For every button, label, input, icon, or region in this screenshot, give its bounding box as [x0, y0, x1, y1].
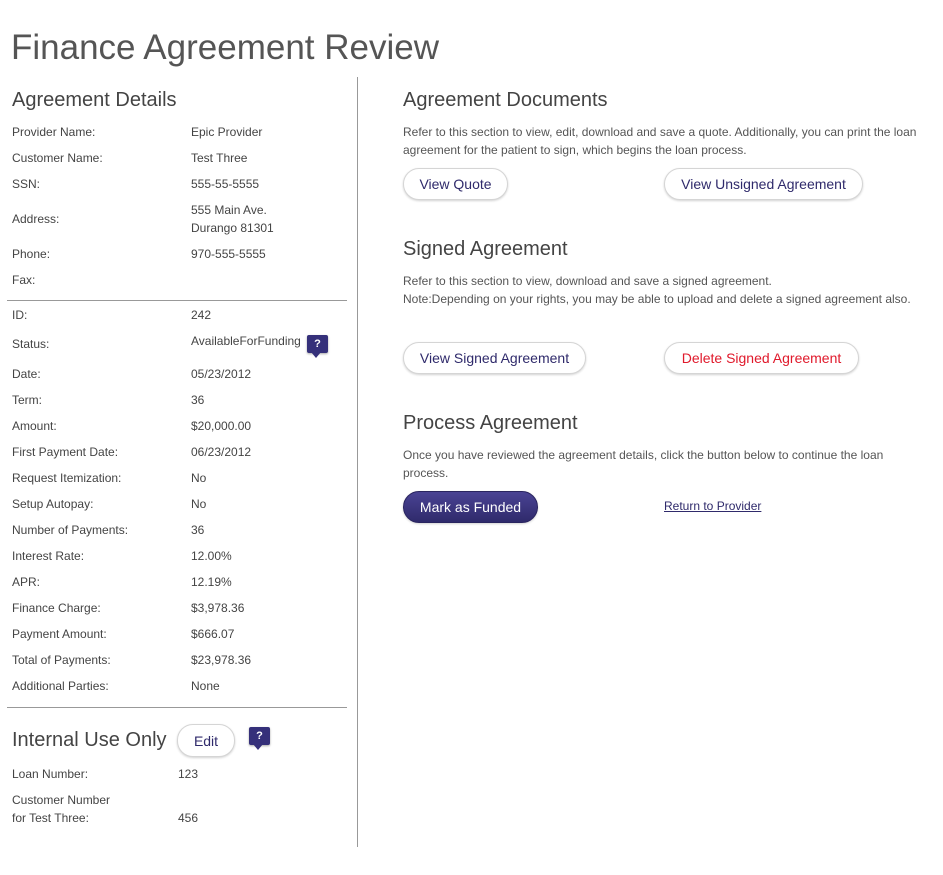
provider-name-label: Provider Name: — [12, 125, 96, 139]
first-payment-date-label: First Payment Date: — [12, 445, 119, 459]
date-value: 05/23/2012 — [191, 367, 252, 381]
loan-number-value: 123 — [178, 767, 199, 781]
process-description-line2: process. — [403, 466, 449, 480]
signed-description-line2: Note:Depending on your rights, you may b… — [403, 292, 911, 306]
request-itemization-label: Request Itemization: — [12, 471, 122, 485]
process-description-line1: Once you have reviewed the agreement det… — [403, 448, 884, 462]
interest-rate-value: 12.00% — [191, 549, 232, 563]
view-quote-button[interactable]: View Quote — [403, 168, 508, 200]
return-to-provider-link[interactable]: Return to Provider — [664, 499, 761, 513]
address-line1-value: 555 Main Ave. — [191, 203, 267, 217]
number-of-payments-value: 36 — [191, 523, 205, 537]
finance-charge-value: $3,978.36 — [191, 601, 245, 615]
internal-use-title: Internal Use Only — [12, 729, 167, 751]
ssn-label: SSN: — [12, 177, 41, 191]
total-of-payments-label: Total of Payments: — [12, 653, 111, 667]
process-agreement-title: Process Agreement — [403, 412, 578, 434]
customer-number-value: 456 — [178, 811, 199, 825]
details-divider-1 — [7, 300, 347, 301]
status-value: AvailableForFunding — [191, 334, 301, 348]
signed-description-line1: Refer to this section to view, download … — [403, 274, 772, 288]
provider-name-value: Epic Provider — [191, 125, 263, 139]
id-label: ID: — [12, 308, 28, 322]
request-itemization-value: No — [191, 471, 207, 485]
interest-rate-label: Interest Rate: — [12, 549, 85, 563]
term-value: 36 — [191, 393, 205, 407]
customer-number-label-line1: Customer Number — [12, 793, 111, 807]
id-value: 242 — [191, 308, 212, 322]
apr-label: APR: — [12, 575, 41, 589]
amount-label: Amount: — [12, 419, 57, 433]
ssn-value: 555-55-5555 — [191, 177, 260, 191]
agreement-documents-title: Agreement Documents — [403, 89, 608, 111]
address-line2-value: Durango 81301 — [191, 221, 274, 235]
finance-charge-label: Finance Charge: — [12, 601, 101, 615]
term-label: Term: — [12, 393, 42, 407]
details-divider-2 — [7, 707, 347, 708]
address-label: Address: — [12, 212, 60, 226]
view-unsigned-agreement-button[interactable]: View Unsigned Agreement — [664, 168, 863, 200]
setup-autopay-label: Setup Autopay: — [12, 497, 94, 511]
delete-signed-agreement-button[interactable]: Delete Signed Agreement — [664, 342, 859, 374]
internal-help-icon[interactable]: ? — [249, 727, 270, 750]
additional-parties-label: Additional Parties: — [12, 679, 109, 693]
additional-parties-value: None — [191, 679, 220, 693]
status-help-icon[interactable]: ? — [307, 335, 328, 358]
number-of-payments-label: Number of Payments: — [12, 523, 129, 537]
first-payment-date-value: 06/23/2012 — [191, 445, 252, 459]
documents-description-line1: Refer to this section to view, edit, dow… — [403, 125, 917, 139]
customer-number-label-line2: for Test Three: — [12, 811, 89, 825]
apr-value: 12.19% — [191, 575, 232, 589]
documents-description-line2: agreement for the patient to sign, which… — [403, 143, 747, 157]
date-label: Date: — [12, 367, 41, 381]
phone-value: 970-555-5555 — [191, 247, 266, 261]
column-divider — [357, 77, 358, 847]
customer-name-value: Test Three — [191, 151, 248, 165]
edit-button[interactable]: Edit — [177, 724, 235, 757]
status-label: Status: — [12, 337, 50, 351]
loan-number-label: Loan Number: — [12, 767, 89, 781]
phone-label: Phone: — [12, 247, 51, 261]
amount-value: $20,000.00 — [191, 419, 252, 433]
mark-as-funded-button[interactable]: Mark as Funded — [403, 491, 538, 523]
agreement-details-title: Agreement Details — [12, 89, 177, 111]
signed-agreement-title: Signed Agreement — [403, 238, 568, 260]
customer-name-label: Customer Name: — [12, 151, 103, 165]
page-title: Finance Agreement Review — [11, 28, 439, 67]
view-signed-agreement-button[interactable]: View Signed Agreement — [403, 342, 586, 374]
total-of-payments-value: $23,978.36 — [191, 653, 252, 667]
setup-autopay-value: No — [191, 497, 207, 511]
payment-amount-label: Payment Amount: — [12, 627, 107, 641]
payment-amount-value: $666.07 — [191, 627, 235, 641]
fax-label: Fax: — [12, 273, 36, 287]
